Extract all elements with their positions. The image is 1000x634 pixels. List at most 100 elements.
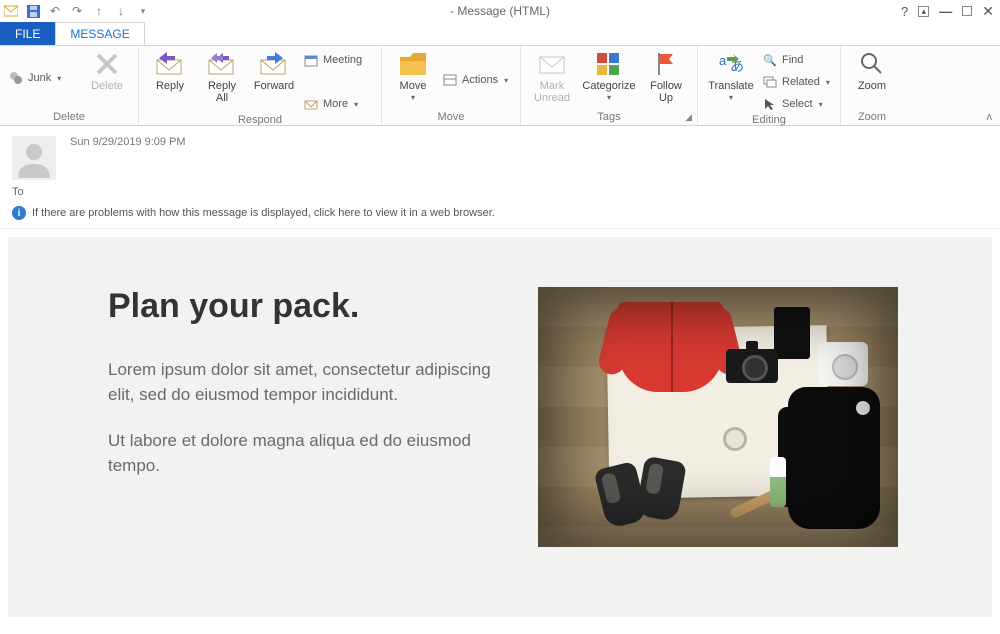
group-move: Move ▾ Actions▾ Move <box>382 46 521 125</box>
reply-label: Reply <box>156 80 184 92</box>
delete-button[interactable]: Delete <box>84 48 130 92</box>
meeting-button[interactable]: Meeting <box>303 50 373 70</box>
email-content-text: Plan your pack. Lorem ipsum dolor sit am… <box>108 287 508 577</box>
move-button[interactable]: Move ▾ <box>390 48 436 103</box>
select-label: Select <box>782 98 813 110</box>
related-icon <box>762 74 778 90</box>
move-label: Move <box>400 80 427 92</box>
group-editing: aあ Translate ▾ 🔍 Find Related▾ <box>698 46 841 125</box>
mark-unread-label: Mark Unread <box>534 80 570 104</box>
up-arrow-icon[interactable]: ↑ <box>92 4 106 18</box>
flag-icon <box>650 50 682 78</box>
message-header: Sun 9/29/2019 9:09 PM <box>0 126 1000 186</box>
group-move-label: Move <box>390 111 512 125</box>
group-respond-label: Respond <box>147 114 373 128</box>
junk-button[interactable]: Junk▾ <box>8 68 78 88</box>
meeting-label: Meeting <box>323 54 362 66</box>
svg-text:a: a <box>719 53 727 68</box>
forward-icon <box>258 50 290 78</box>
email-paragraph-2: Ut labore et dolore magna aliqua ed do e… <box>108 429 508 478</box>
collapse-ribbon-icon[interactable]: ʌ <box>987 111 993 123</box>
quick-access-toolbar: ↶ ↷ ↑ ↓ ▾ <box>4 4 150 18</box>
translate-button[interactable]: aあ Translate ▾ <box>706 48 756 103</box>
translate-label: Translate <box>708 80 753 92</box>
categorize-button[interactable]: Categorize ▾ <box>581 48 637 103</box>
more-label: More <box>323 98 348 110</box>
help-icon[interactable]: ? <box>901 4 908 19</box>
delete-x-icon <box>91 50 123 78</box>
reply-all-icon <box>206 50 238 78</box>
select-icon <box>762 96 778 112</box>
close-icon[interactable]: ✕ <box>982 3 994 20</box>
qat-customize-icon[interactable]: ▾ <box>136 4 150 18</box>
reply-all-label: Reply All <box>208 80 236 104</box>
group-zoom-label: Zoom <box>849 111 895 125</box>
email-hero-image <box>538 287 898 547</box>
junk-label: Junk <box>28 72 51 84</box>
more-button[interactable]: More▾ <box>303 94 373 114</box>
group-zoom: Zoom Zoom <box>841 46 903 125</box>
ribbon: Junk▾ Delete Delete Reply <box>0 46 1000 126</box>
zoom-label: Zoom <box>858 80 886 92</box>
actions-icon <box>442 72 458 88</box>
forward-label: Forward <box>254 80 294 92</box>
window-title: - Message (HTML) <box>450 4 550 18</box>
tab-message[interactable]: MESSAGE <box>55 22 144 45</box>
info-icon: i <box>12 206 26 220</box>
down-arrow-icon[interactable]: ↓ <box>114 4 128 18</box>
select-button[interactable]: Select▾ <box>762 94 832 114</box>
forward-button[interactable]: Forward <box>251 48 297 92</box>
categorize-label: Categorize <box>582 80 635 92</box>
delete-label: Delete <box>91 80 123 92</box>
mark-unread-button[interactable]: Mark Unread <box>529 48 575 104</box>
actions-button[interactable]: Actions▾ <box>442 70 512 90</box>
related-label: Related <box>782 76 820 88</box>
find-icon: 🔍 <box>762 52 778 68</box>
ribbon-display-icon[interactable]: ▴ <box>918 6 929 17</box>
ribbon-tabs: FILE MESSAGE <box>0 22 1000 46</box>
group-respond: Reply Reply All Forward Meetin <box>139 46 382 125</box>
reply-button[interactable]: Reply <box>147 48 193 92</box>
find-button[interactable]: 🔍 Find <box>762 50 832 70</box>
junk-icon <box>8 70 24 86</box>
actions-label: Actions <box>462 74 498 86</box>
translate-icon: aあ <box>715 50 747 78</box>
reply-all-button[interactable]: Reply All <box>199 48 245 104</box>
tags-dialog-launcher[interactable]: ◢ <box>685 112 694 123</box>
titlebar: ↶ ↷ ↑ ↓ ▾ - Message (HTML) ? ▴ — ✕ <box>0 0 1000 22</box>
to-row: To <box>0 186 1000 202</box>
info-text: If there are problems with how this mess… <box>32 207 495 219</box>
zoom-icon <box>856 50 888 78</box>
group-tags: Mark Unread Categorize ▾ Follow Up Tags … <box>521 46 698 125</box>
move-folder-icon <box>397 50 429 78</box>
window-controls: ? ▴ — ✕ <box>901 3 994 20</box>
follow-up-label: Follow Up <box>650 80 682 104</box>
redo-icon[interactable]: ↷ <box>70 4 84 18</box>
group-editing-label: Editing <box>706 114 832 128</box>
minimize-icon[interactable]: — <box>939 4 952 19</box>
mail-icon <box>4 4 18 18</box>
to-label: To <box>12 186 24 198</box>
find-label: Find <box>782 54 803 66</box>
meeting-icon <box>303 52 319 68</box>
avatar <box>12 136 56 180</box>
undo-icon[interactable]: ↶ <box>48 4 62 18</box>
tab-file[interactable]: FILE <box>0 22 55 45</box>
more-icon <box>303 96 319 112</box>
group-tags-label: Tags <box>529 111 689 125</box>
group-delete: Junk▾ Delete Delete <box>0 46 139 125</box>
email-paragraph-1: Lorem ipsum dolor sit amet, consectetur … <box>108 358 508 407</box>
zoom-button[interactable]: Zoom <box>849 48 895 92</box>
reply-icon <box>154 50 186 78</box>
email-body: Plan your pack. Lorem ipsum dolor sit am… <box>8 237 992 617</box>
categorize-icon <box>593 50 625 78</box>
mark-unread-icon <box>536 50 568 78</box>
email-heading: Plan your pack. <box>108 287 508 326</box>
save-icon[interactable] <box>26 4 40 18</box>
info-bar[interactable]: i If there are problems with how this me… <box>0 202 1000 229</box>
message-date: Sun 9/29/2019 9:09 PM <box>70 136 186 148</box>
group-delete-label: Delete <box>8 111 130 125</box>
maximize-icon[interactable] <box>962 6 972 16</box>
related-button[interactable]: Related▾ <box>762 72 832 92</box>
follow-up-button[interactable]: Follow Up <box>643 48 689 104</box>
